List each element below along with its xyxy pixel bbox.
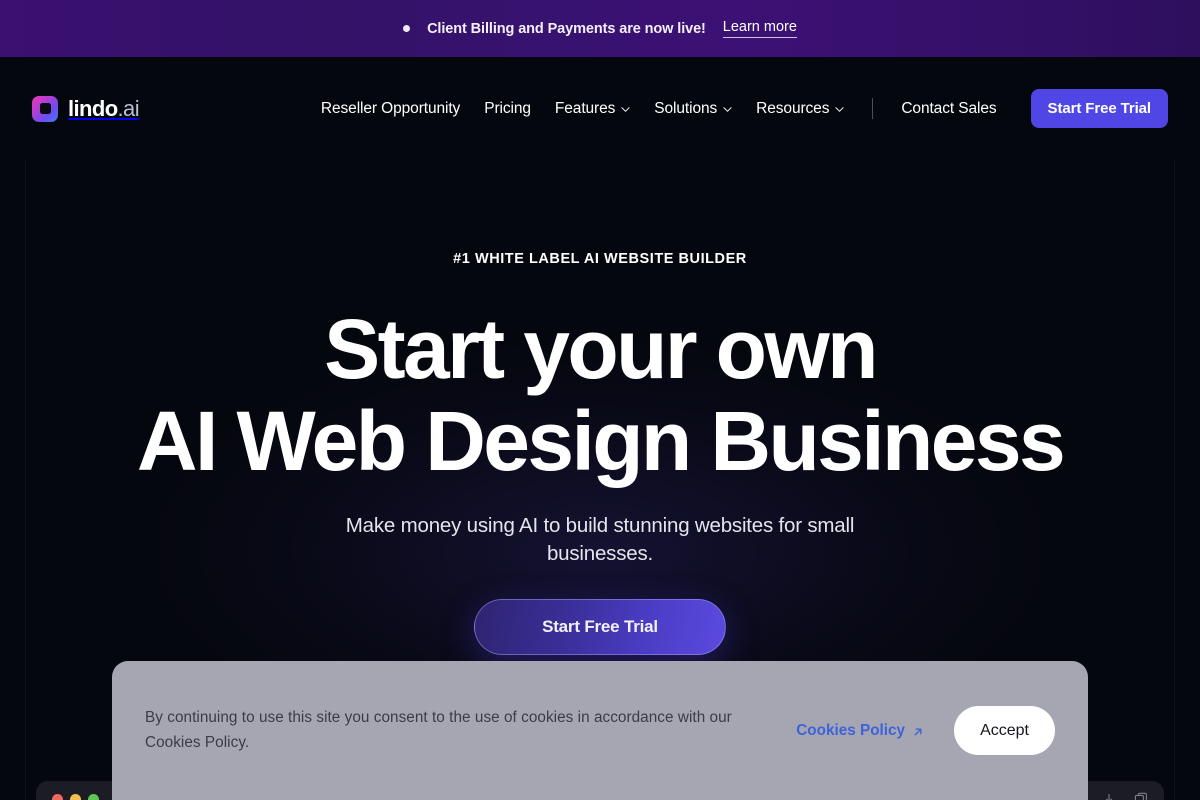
start-free-trial-button-header[interactable]: Start Free Trial <box>1030 89 1168 128</box>
chevron-down-icon <box>723 105 732 114</box>
brand-name: lindo.ai <box>68 95 140 122</box>
external-link-icon <box>912 725 924 737</box>
window-controls <box>52 793 99 800</box>
nav-item-resources[interactable]: Resources <box>756 100 844 118</box>
nav-label: Reseller Opportunity <box>320 99 461 117</box>
headline-line-1: Start your own <box>324 302 878 396</box>
maximize-window-icon[interactable] <box>88 793 99 800</box>
announcement-text: Client Billing and Payments are now live… <box>427 20 706 37</box>
landing-page: Client Billing and Payments are now live… <box>0 0 1200 800</box>
nav-label: Features <box>554 99 616 117</box>
announcement-learn-more-link[interactable]: Learn more <box>722 19 797 38</box>
cookies-policy-label: Cookies Policy <box>796 721 906 739</box>
nav-label: Pricing <box>484 99 531 117</box>
nav-item-solutions[interactable]: Solutions <box>654 100 732 118</box>
main-navigation: Reseller Opportunity Pricing Features So… <box>321 89 1168 128</box>
lindo-logo-icon <box>32 95 58 122</box>
cookie-consent-actions: Cookies Policy Accept <box>796 706 1055 755</box>
close-window-icon[interactable] <box>52 793 63 800</box>
chevron-down-icon <box>621 105 630 114</box>
hero-section: #1 WHITE LABEL AI WEBSITE BUILDER Start … <box>0 160 1200 800</box>
page-title: Start your own AI Web Design Business <box>0 307 1200 483</box>
start-free-trial-button-hero[interactable]: Start Free Trial <box>474 598 726 655</box>
accept-cookies-button[interactable]: Accept <box>954 706 1055 755</box>
cookies-policy-link[interactable]: Cookies Policy <box>796 722 924 740</box>
cookie-consent-banner: By continuing to use this site you conse… <box>112 661 1088 800</box>
status-dot-icon <box>403 25 411 32</box>
hero-eyebrow: #1 WHITE LABEL AI WEBSITE BUILDER <box>453 251 747 267</box>
nav-item-contact-sales[interactable]: Contact Sales <box>901 100 996 118</box>
hero-subtitle: Make money using AI to build stunning we… <box>345 514 855 566</box>
nav-item-pricing[interactable]: Pricing <box>484 100 531 118</box>
nav-label: Contact Sales <box>901 99 997 117</box>
headline-line-2: AI Web Design Business <box>136 394 1066 488</box>
cookie-consent-message: By continuing to use this site you conse… <box>145 709 732 751</box>
nav-item-features[interactable]: Features <box>555 100 630 118</box>
nav-item-reseller-opportunity[interactable]: Reseller Opportunity <box>321 100 460 118</box>
tabs-icon[interactable] <box>1134 792 1148 800</box>
announcement-banner: Client Billing and Payments are now live… <box>0 0 1200 57</box>
brand-name-suffix: .ai <box>117 95 140 121</box>
brand-logo[interactable]: lindo.ai <box>32 95 140 122</box>
nav-label: Resources <box>756 99 830 117</box>
nav-label: Solutions <box>654 99 718 117</box>
brand-name-main: lindo <box>68 95 118 121</box>
site-header: lindo.ai Reseller Opportunity Pricing Fe… <box>0 57 1200 160</box>
nav-divider <box>872 98 874 119</box>
download-icon[interactable] <box>1102 792 1116 800</box>
hero-cta-container: Start Free Trial <box>0 598 1200 655</box>
minimize-window-icon[interactable] <box>70 793 81 800</box>
chevron-down-icon <box>835 105 844 114</box>
